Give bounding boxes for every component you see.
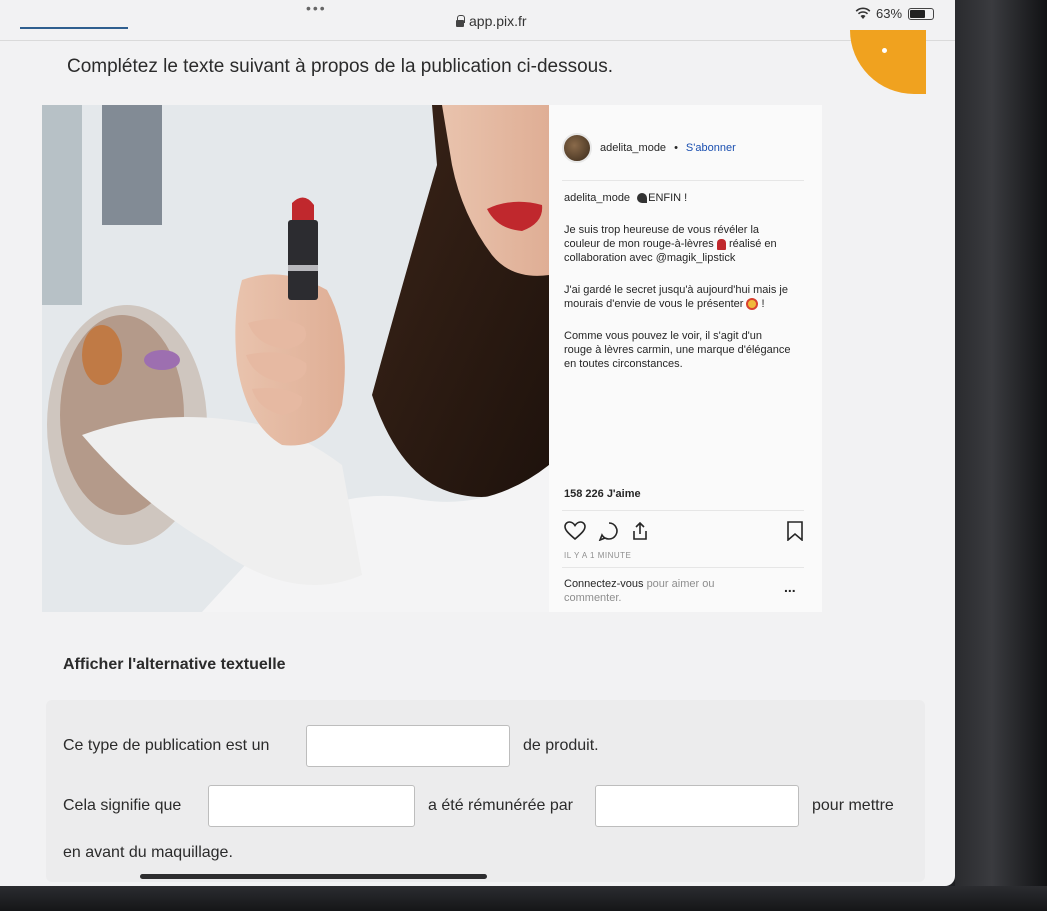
sentence-3: en avant du maquillage. xyxy=(63,844,233,861)
answer-blank-2[interactable] xyxy=(208,785,415,827)
sentence-1-end: de produit. xyxy=(523,737,599,754)
bookmark-icon[interactable] xyxy=(786,521,804,541)
sentence-2-start: Cela signifie que xyxy=(63,797,182,814)
caption-headline: adelita_mode ENFIN ! xyxy=(564,192,688,204)
login-link[interactable]: Connectez-vous xyxy=(564,578,644,590)
instagram-post: adelita_mode • S'abonner adelita_mode EN… xyxy=(42,105,822,612)
star-eyes-emoji-icon xyxy=(746,298,759,311)
post-header: adelita_mode • S'abonner xyxy=(562,133,736,163)
wifi-icon xyxy=(855,7,871,19)
share-icon[interactable] xyxy=(630,521,650,541)
lipstick-emoji-icon xyxy=(716,238,726,250)
post-actions xyxy=(564,521,804,541)
lipstick-emoji-icon xyxy=(637,193,648,204)
caption-paragraph-2: J'ai gardé le secret jusqu'à aujourd'hui… xyxy=(564,284,788,311)
caption-paragraph-1: Je suis trop heureuse de vous révéler la… xyxy=(564,224,777,264)
lock-icon xyxy=(455,15,465,27)
tablet-bezel-bottom xyxy=(0,886,1047,911)
caption-username[interactable]: adelita_mode xyxy=(564,192,630,204)
post-username[interactable]: adelita_mode xyxy=(600,142,666,154)
more-icon[interactable]: ... xyxy=(784,579,796,595)
tablet-screen: ••• app.pix.fr 63% Complétez le texte su… xyxy=(0,0,955,886)
battery-icon xyxy=(908,8,934,20)
fill-in-exercise: Ce type de publication est un de produit… xyxy=(46,700,925,882)
corner-badge[interactable] xyxy=(850,30,926,94)
tablet-bezel-right xyxy=(955,0,1047,911)
answer-blank-3[interactable] xyxy=(595,785,799,827)
post-sidebar: adelita_mode • S'abonner adelita_mode EN… xyxy=(562,105,822,612)
show-alt-text-link[interactable]: Afficher l'alternative textuelle xyxy=(63,656,286,674)
post-time: IL Y A 1 MINUTE xyxy=(564,551,632,560)
sentence-1-start: Ce type de publication est un xyxy=(63,737,270,754)
sentence-2-end: pour mettre xyxy=(812,797,894,814)
follow-link[interactable]: S'abonner xyxy=(686,142,736,154)
login-prompt: Connectez-vous pour aimer ou commenter. xyxy=(564,578,715,604)
battery-percentage: 63% xyxy=(876,6,903,21)
scrollbar[interactable] xyxy=(140,874,487,879)
caption-paragraph-3: Comme vous pouvez le voir, il s'agit d'u… xyxy=(564,330,791,370)
question-text: Complétez le texte suivant à propos de l… xyxy=(67,56,614,77)
status-bar: ••• app.pix.fr 63% xyxy=(0,0,955,44)
multitask-dots[interactable]: ••• xyxy=(306,0,327,16)
post-photo xyxy=(42,105,549,612)
woman-lipstick-illustration xyxy=(42,105,549,612)
answer-blank-1[interactable] xyxy=(306,725,510,767)
avatar[interactable] xyxy=(562,133,592,163)
url-text: app.pix.fr xyxy=(469,13,527,29)
likes-count: 158 226 J'aime xyxy=(564,488,641,500)
address-bar[interactable]: app.pix.fr xyxy=(455,13,527,29)
sentence-2-middle: a été rémunérée par xyxy=(428,797,573,814)
comment-icon[interactable] xyxy=(598,521,620,541)
heart-icon[interactable] xyxy=(564,521,586,541)
tab-indicator xyxy=(20,27,128,29)
